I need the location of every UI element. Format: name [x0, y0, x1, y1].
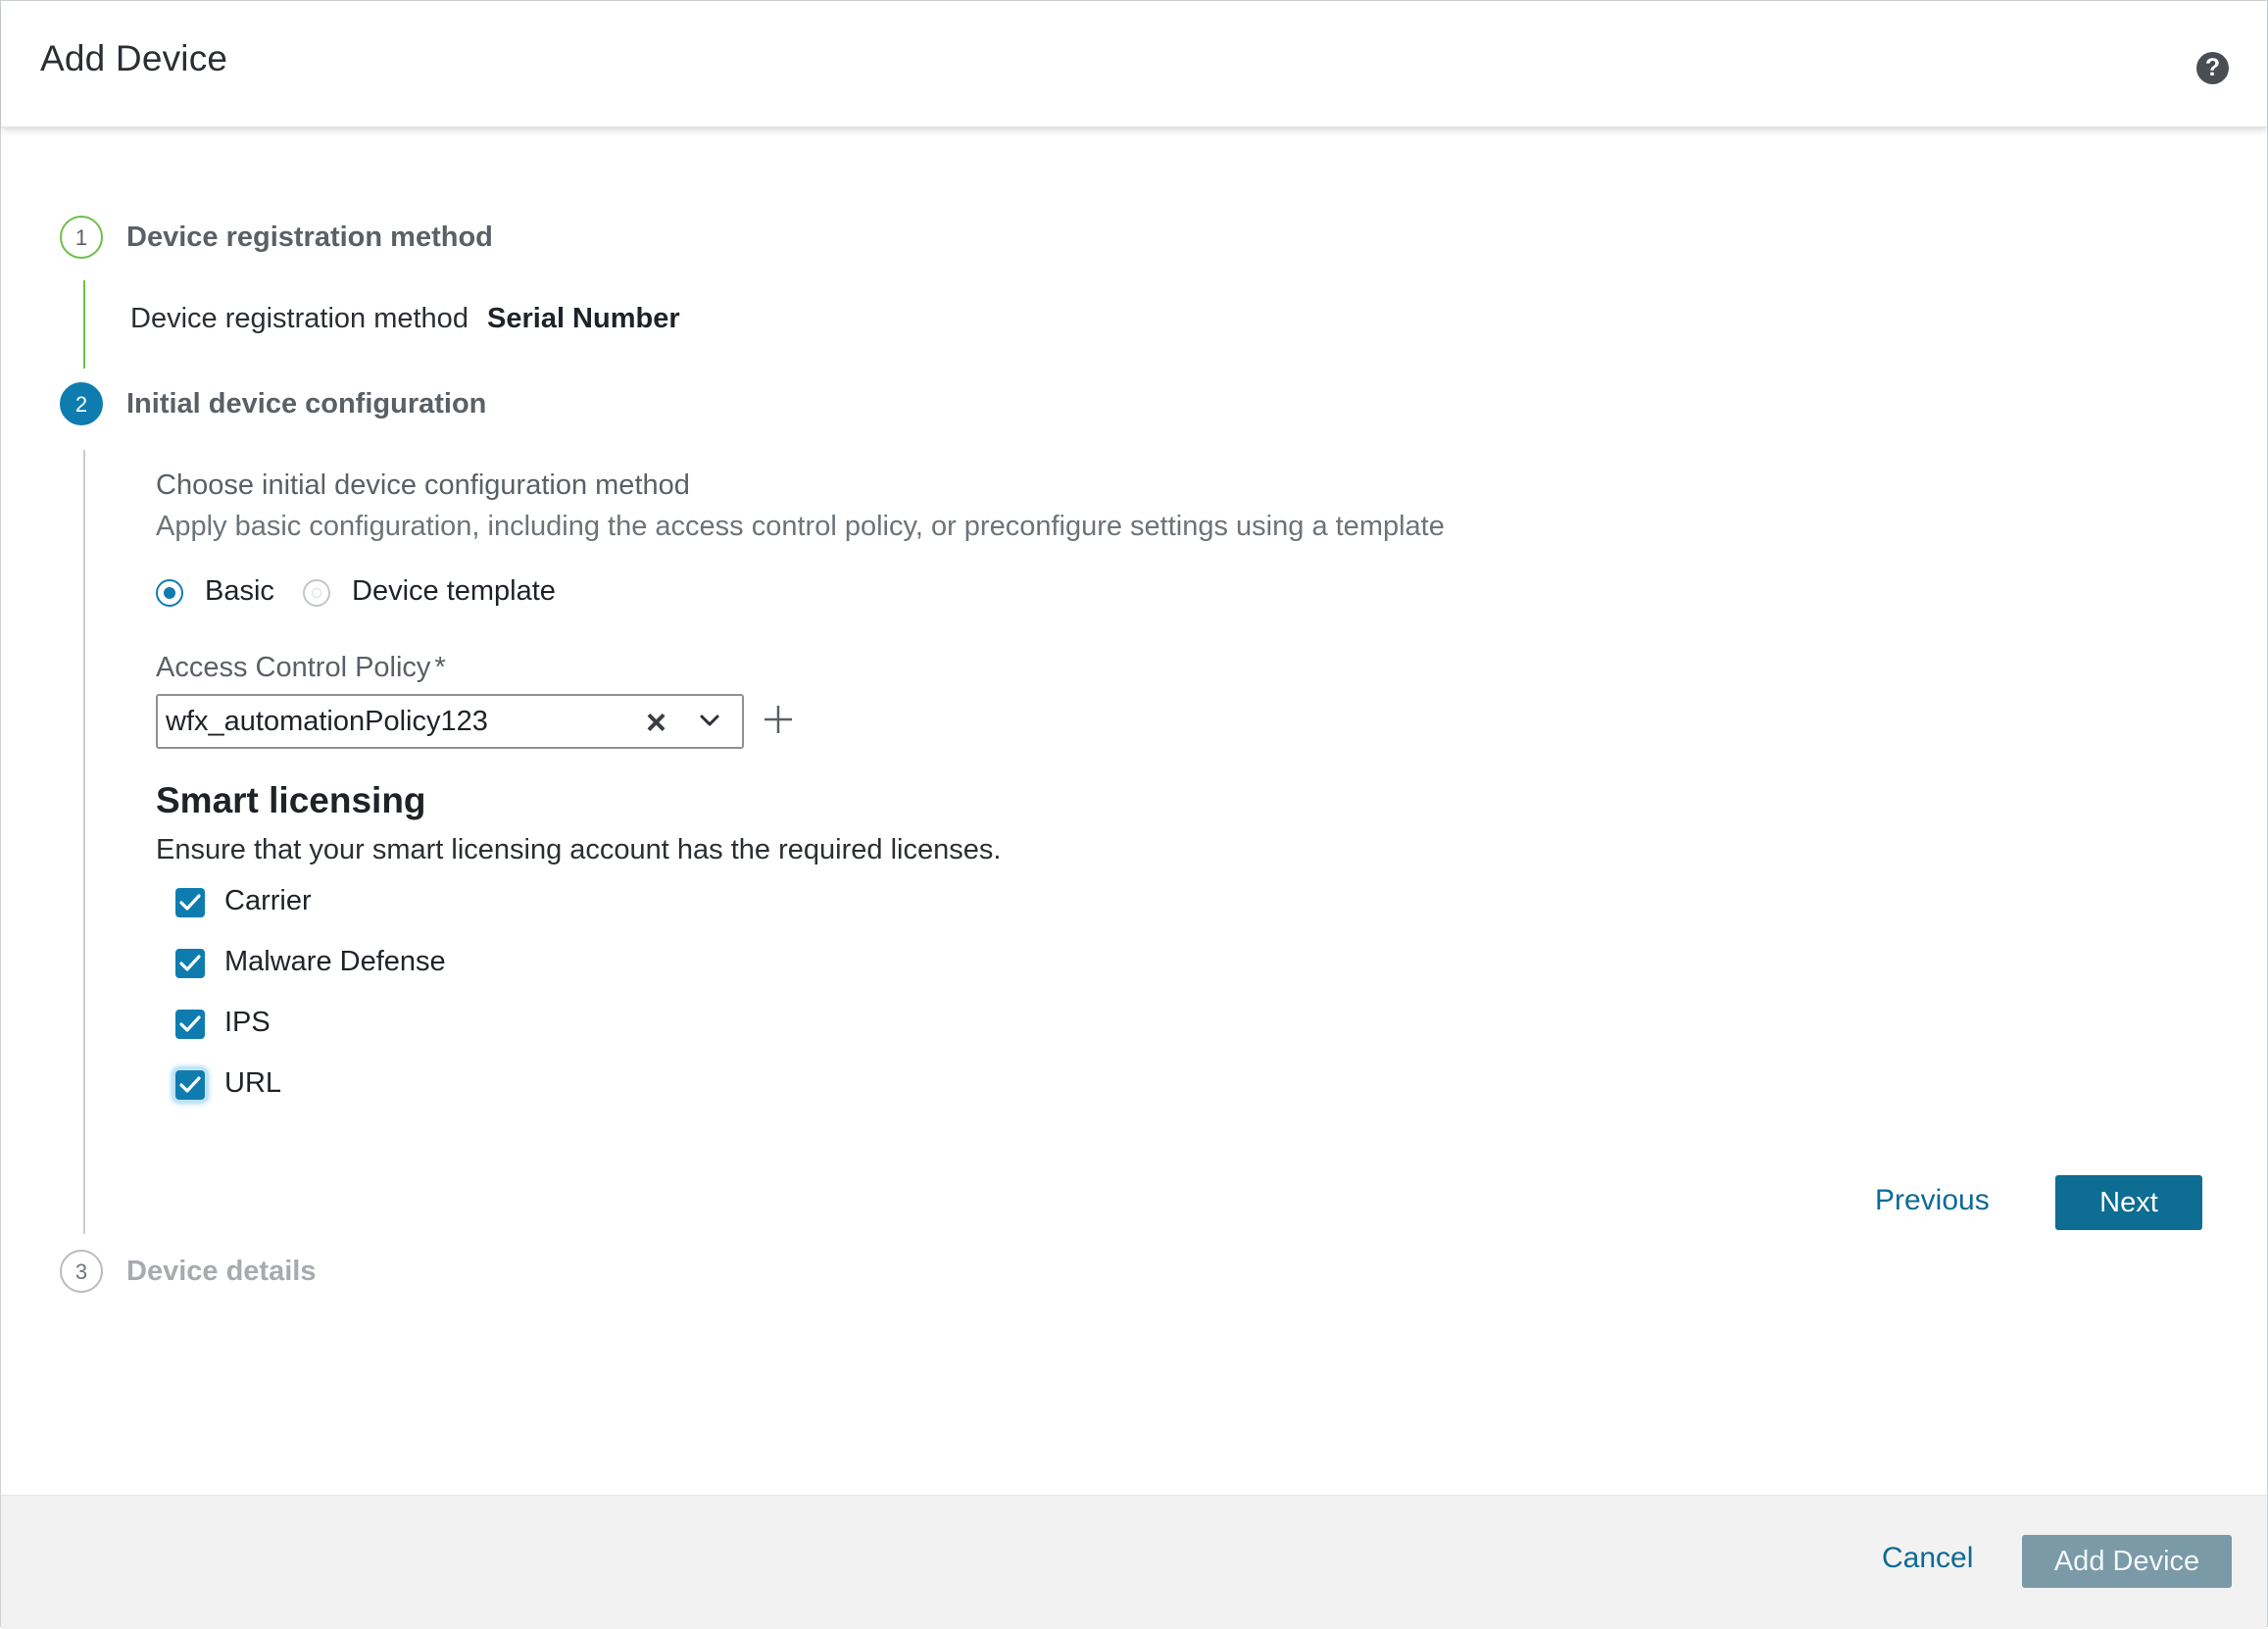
radio-device-template[interactable]: [303, 579, 330, 607]
next-button[interactable]: Next: [2055, 1175, 2202, 1230]
ips-label[interactable]: IPS: [224, 1007, 271, 1039]
registration-method-value: Serial Number: [487, 303, 680, 334]
check-icon: [179, 1076, 201, 1093]
step-2-indicator: 2: [60, 382, 103, 425]
carrier-checkbox[interactable]: [175, 888, 205, 917]
required-marker: *: [434, 652, 446, 683]
access-control-policy-label-text: Access Control Policy: [156, 652, 431, 683]
add-device-dialog: Add Device ? 1 Device registration metho…: [0, 0, 2268, 1629]
url-label[interactable]: URL: [224, 1067, 281, 1100]
cancel-button[interactable]: Cancel: [1882, 1542, 1973, 1575]
radio-basic-label[interactable]: Basic: [205, 575, 274, 608]
access-control-policy-value: wfx_automationPolicy123: [166, 706, 488, 737]
previous-button[interactable]: Previous: [1875, 1184, 1990, 1217]
radio-device-template-label[interactable]: Device template: [352, 575, 556, 608]
clear-icon[interactable]: ×: [646, 702, 666, 743]
step-1-title[interactable]: Device registration method: [126, 222, 493, 254]
step-3-indicator: 3: [60, 1250, 103, 1293]
registration-method-label: Device registration method: [130, 303, 468, 334]
add-policy-plus-icon[interactable]: [762, 703, 795, 736]
dialog-title: Add Device: [40, 38, 228, 78]
access-control-policy-select[interactable]: wfx_automationPolicy123 ×: [156, 694, 744, 749]
access-control-policy-label: Access Control Policy *: [156, 652, 446, 684]
step-connector: [83, 280, 85, 369]
dialog-header: Add Device ?: [1, 1, 2267, 127]
step-2-title: Initial device configuration: [126, 388, 487, 420]
add-device-button[interactable]: Add Device: [2022, 1535, 2232, 1588]
radio-basic[interactable]: [156, 579, 183, 607]
url-checkbox[interactable]: [175, 1070, 205, 1100]
check-icon: [179, 955, 201, 971]
smart-licensing-title: Smart licensing: [156, 780, 426, 820]
carrier-label[interactable]: Carrier: [224, 885, 312, 917]
help-icon[interactable]: ?: [2196, 52, 2229, 84]
config-method-description: Apply basic configuration, including the…: [156, 511, 1445, 542]
malware-defense-checkbox[interactable]: [175, 949, 205, 978]
config-method-heading: Choose initial device configuration meth…: [156, 469, 690, 501]
step-3-title: Device details: [126, 1256, 317, 1287]
malware-defense-label[interactable]: Malware Defense: [224, 946, 446, 978]
smart-licensing-description: Ensure that your smart licensing account…: [156, 834, 1002, 865]
check-icon: [179, 894, 201, 911]
step-connector: [83, 450, 85, 1234]
check-icon: [179, 1015, 201, 1032]
ips-checkbox[interactable]: [175, 1010, 205, 1039]
chevron-down-icon[interactable]: [699, 710, 720, 731]
step-1-indicator: 1: [60, 216, 103, 259]
